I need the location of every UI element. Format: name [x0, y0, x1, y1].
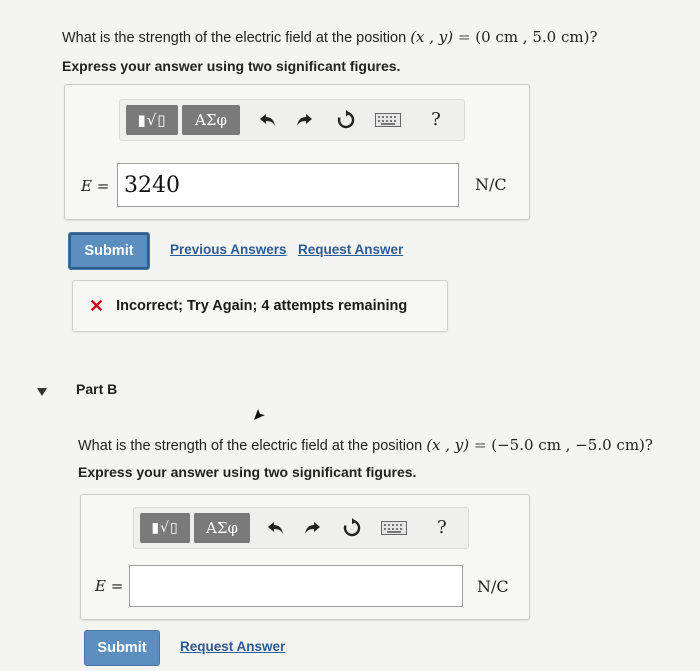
question-text: What is the strength of the electric fie…	[78, 438, 427, 454]
help-button[interactable]: ?	[430, 514, 454, 540]
request-answer-link[interactable]: Request Answer	[298, 242, 403, 257]
part-b-answer-box: ▮√▯ ΑΣφ ? E = N/C	[80, 494, 530, 620]
collapse-triangle-icon	[37, 388, 47, 396]
unit-label: N/C	[477, 577, 509, 596]
undo-icon[interactable]	[264, 516, 288, 540]
templates-button[interactable]: ▮√▯	[126, 105, 178, 135]
reset-icon[interactable]	[334, 108, 358, 132]
greek-symbols-button[interactable]: ΑΣφ	[194, 513, 250, 543]
part-b-toggle[interactable]	[36, 384, 48, 402]
feedback-message: ✕ Incorrect; Try Again; 4 attempts remai…	[72, 280, 448, 332]
math-toolbar: ▮√▯ ΑΣφ ?	[133, 507, 469, 549]
part-b-header[interactable]: Part B	[76, 381, 117, 397]
reset-icon[interactable]	[340, 516, 364, 540]
position-vars: (x , y)	[426, 436, 470, 454]
part-a-question: What is the strength of the electric fie…	[62, 28, 597, 46]
mouse-cursor-icon	[252, 407, 266, 426]
position-vars: (x , y)	[410, 28, 454, 46]
templates-button[interactable]: ▮√▯	[140, 513, 190, 543]
answer-input[interactable]	[129, 565, 463, 607]
position-value: (−5.0 cm , −5.0 cm)?	[491, 436, 653, 454]
equals-sign: =	[469, 436, 492, 454]
help-button[interactable]: ?	[424, 106, 448, 132]
keyboard-icon[interactable]	[380, 518, 408, 538]
variable-label: E =	[95, 577, 124, 595]
position-value: (0 cm , 5.0 cm)?	[475, 28, 598, 46]
undo-icon[interactable]	[256, 108, 280, 132]
submit-button[interactable]: Submit	[68, 232, 150, 270]
math-toolbar: ▮√▯ ΑΣφ ?	[119, 99, 465, 141]
answer-input[interactable]: 3240	[117, 163, 459, 207]
part-a-answer-box: ▮√▯ ΑΣφ ? E = 3240 N/C	[64, 84, 530, 220]
submit-button[interactable]: Submit	[84, 630, 160, 666]
question-text: What is the strength of the electric fie…	[62, 30, 411, 46]
sqrt-template-icon: ▮√▯	[151, 520, 179, 536]
redo-icon[interactable]	[292, 108, 316, 132]
unit-label: N/C	[475, 175, 507, 194]
part-b-instruction: Express your answer using two significan…	[78, 464, 417, 480]
keyboard-icon[interactable]	[374, 110, 402, 130]
variable-label: E =	[81, 177, 110, 195]
request-answer-link[interactable]: Request Answer	[180, 639, 285, 654]
greek-symbols-button[interactable]: ΑΣφ	[182, 105, 240, 135]
part-a-instruction: Express your answer using two significan…	[62, 58, 401, 74]
equals-sign: =	[453, 28, 476, 46]
part-b-question: What is the strength of the electric fie…	[78, 436, 653, 454]
sqrt-template-icon: ▮√▯	[137, 111, 167, 129]
redo-icon[interactable]	[300, 516, 324, 540]
previous-answers-link[interactable]: Previous Answers	[170, 242, 287, 257]
x-icon: ✕	[89, 295, 105, 316]
feedback-text: Incorrect; Try Again; 4 attempts remaini…	[116, 298, 408, 314]
